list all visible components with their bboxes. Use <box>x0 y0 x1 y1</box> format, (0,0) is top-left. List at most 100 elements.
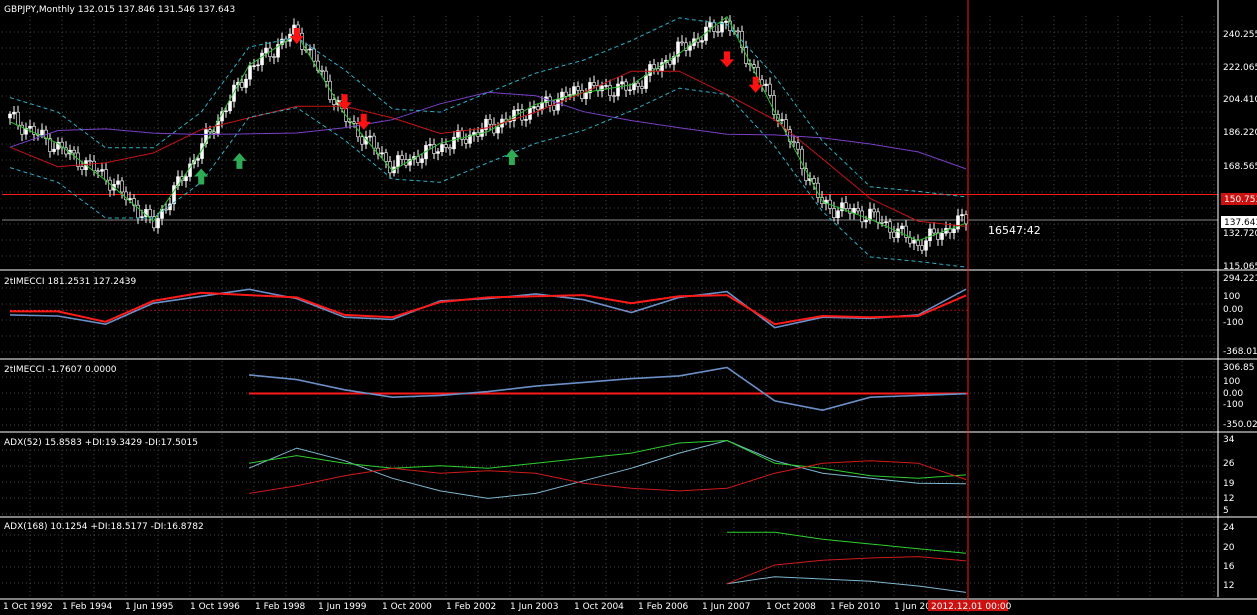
candle-body <box>12 111 16 115</box>
y-tick-label: 186.220 <box>1223 128 1257 138</box>
y-tick-label: 16 <box>1223 562 1235 572</box>
y-tick-label: 204.410 <box>1223 95 1257 105</box>
candle-body <box>224 110 228 113</box>
x-tick-label: 1 Feb 2010 <box>830 602 881 612</box>
candle-body <box>644 75 648 89</box>
candle-body <box>680 41 684 44</box>
candle-body <box>564 91 568 97</box>
candle-body <box>592 82 596 86</box>
candle-body <box>440 144 444 152</box>
candle-body <box>856 208 860 212</box>
candle-body <box>80 166 84 170</box>
y-tick-label: 100 <box>1223 292 1240 302</box>
candle-body <box>372 135 376 149</box>
candle-body <box>416 156 420 163</box>
candle-body <box>352 121 356 124</box>
candle-body <box>172 185 176 205</box>
candle-body <box>420 158 424 163</box>
candle-body <box>652 64 656 70</box>
candle-body <box>360 136 364 145</box>
x-tick-label: 1 Oct 1996 <box>190 602 240 612</box>
candle-body <box>212 131 216 134</box>
x-tick-label: 1 Feb 1998 <box>255 602 306 612</box>
candle-body <box>604 85 608 87</box>
y-tick-label: 115.065 <box>1223 262 1257 272</box>
candle-body <box>736 30 740 33</box>
candle-body <box>244 78 248 88</box>
x-tick-label: 1 Oct 2004 <box>574 602 624 612</box>
candle-body <box>964 214 968 225</box>
candle-body <box>876 211 880 223</box>
cci-pane-2-title: 2tIMECCI -1.7607 0.0000 <box>4 365 117 375</box>
candle-body <box>792 141 796 144</box>
candle-body <box>832 208 836 218</box>
candle-body <box>620 81 624 85</box>
candle-body <box>584 92 588 99</box>
candle-body <box>396 155 400 168</box>
x-tick-label: 1 Oct 2008 <box>766 602 816 612</box>
y-tick-label: 240.255 <box>1223 30 1257 40</box>
candle-body <box>768 83 772 96</box>
candle-body <box>960 214 964 217</box>
chart-stage: GBPJPY,Monthly 132.015 137.846 131.546 1… <box>0 0 1257 615</box>
candle-body <box>452 136 456 150</box>
y-tick-label: 132.720 <box>1223 229 1257 239</box>
candle-body <box>576 86 580 91</box>
x-tick-label: 1 Feb 1994 <box>62 602 113 612</box>
candle-body <box>100 169 104 172</box>
y-tick-label: 24 <box>1223 523 1235 533</box>
candle-body <box>900 225 904 230</box>
x-tick-label: 1 Jun 1999 <box>318 602 367 612</box>
x-tick-label: 1 Oct 1992 <box>3 602 53 612</box>
candle-body <box>636 82 640 87</box>
candle-body <box>16 111 20 126</box>
candle-body <box>556 99 560 111</box>
candle-body <box>324 70 328 82</box>
x-tick-label: 1 Jun 20 <box>894 602 931 612</box>
candle-body <box>104 169 108 181</box>
candle-body <box>908 237 912 244</box>
candle-body <box>260 52 264 66</box>
candle-body <box>612 95 616 97</box>
candle-body <box>380 152 384 155</box>
candle-body <box>912 239 916 244</box>
candle-body <box>952 228 956 234</box>
candle-body <box>496 126 500 134</box>
candle-body <box>780 119 784 121</box>
y-tick-label: 0.00 <box>1223 305 1243 315</box>
candle-body <box>724 20 728 23</box>
candle-body <box>28 126 32 129</box>
candle-body <box>148 209 152 217</box>
candle-body <box>88 160 92 162</box>
cci-pane-1-title: 2tIMECCI 181.2531 127.2439 <box>4 277 136 287</box>
candle-body <box>608 85 612 96</box>
candle-body <box>572 86 576 95</box>
candle-body <box>312 48 316 62</box>
candle-body <box>448 147 452 150</box>
candle-body <box>400 155 404 160</box>
candle-body <box>240 82 244 88</box>
candle-body <box>464 139 468 144</box>
candle-body <box>228 101 232 112</box>
candle-body <box>196 158 200 161</box>
x-tick-label: 1 Jun 2003 <box>510 602 558 612</box>
candle-body <box>428 144 432 146</box>
candle-body <box>536 106 540 111</box>
y-tick-label: 306.85 <box>1223 363 1255 373</box>
y-tick-label: 19 <box>1223 479 1235 489</box>
x-tick-label: 1 Feb 2002 <box>446 602 496 612</box>
candle-body <box>384 152 388 162</box>
candle-body <box>264 47 268 54</box>
candle-body <box>8 113 12 119</box>
y-tick-label: -368.0153 <box>1223 347 1257 357</box>
candle-body <box>96 170 100 173</box>
candle-body <box>700 40 704 43</box>
x-tick-label: 1 Jun 2007 <box>702 602 750 612</box>
candle-body <box>368 135 372 138</box>
candle-body <box>764 83 768 86</box>
candle-body <box>796 142 800 150</box>
candle-body <box>716 31 720 33</box>
y-tick-label: 26 <box>1223 459 1235 469</box>
candle-body <box>920 245 924 251</box>
y-tick-label: 222.065 <box>1223 63 1257 73</box>
